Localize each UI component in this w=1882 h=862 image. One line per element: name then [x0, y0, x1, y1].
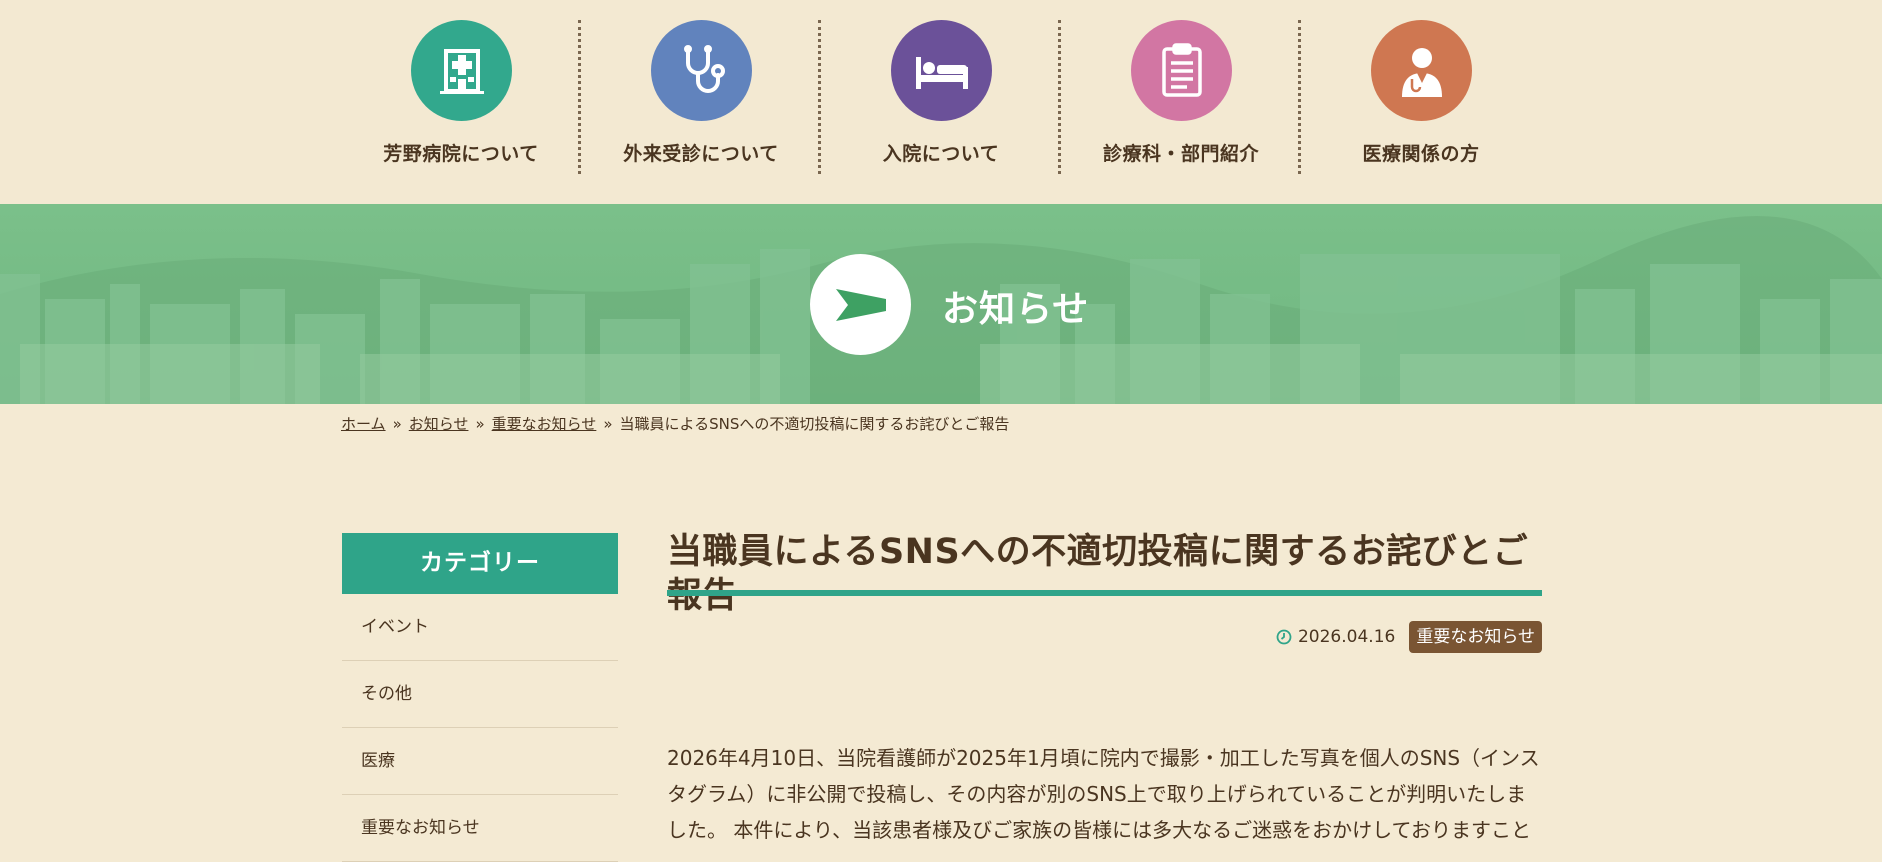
sidebar-item-other[interactable]: その他: [342, 661, 618, 728]
breadcrumb-category-link[interactable]: 重要なお知らせ: [492, 415, 597, 433]
hospital-building-icon: [411, 20, 512, 121]
nav-item-label: 芳野病院について: [383, 143, 539, 165]
stethoscope-icon: [651, 20, 752, 121]
article-body: 2026年4月10日、当院看護師が2025年1月頃に院内で撮影・加工した写真を個…: [667, 746, 1540, 842]
nav-item-departments[interactable]: 診療科・部門紹介: [1061, 0, 1301, 175]
clock-icon: [1276, 629, 1292, 645]
megaphone-flag-icon: [810, 254, 911, 355]
page-hero-banner: お知らせ: [0, 204, 1882, 404]
clipboard-icon: [1131, 20, 1232, 121]
article-title: 当職員によるSNSへの不適切投稿に関するお詫びとご報告: [667, 532, 1529, 616]
category-sidebar: カテゴリー イベント その他 医療 重要なお知らせ: [342, 533, 618, 862]
breadcrumb-separator: »: [475, 415, 485, 433]
sidebar-item-medical[interactable]: 医療: [342, 728, 618, 795]
breadcrumb-separator: »: [392, 415, 402, 433]
nav-item-about-hospital[interactable]: 芳野病院について: [341, 0, 581, 175]
nav-item-label: 入院について: [882, 143, 1000, 165]
nav-item-inpatient[interactable]: 入院について: [821, 0, 1061, 175]
city-skyline-background: [0, 216, 1882, 404]
nav-item-label: 外来受診について: [623, 143, 779, 165]
breadcrumb-news-link[interactable]: お知らせ: [409, 415, 469, 433]
sidebar-item-important[interactable]: 重要なお知らせ: [342, 795, 618, 862]
article: 当職員によるSNSへの不適切投稿に関するお詫びとご報告 2026.04.16 重…: [667, 530, 1542, 842]
page-title: お知らせ: [942, 289, 1090, 330]
category-badge[interactable]: 重要なお知らせ: [1409, 621, 1542, 653]
breadcrumb-home-link[interactable]: ホーム: [341, 415, 386, 433]
nav-item-medical-professionals[interactable]: 医療関係の方: [1301, 0, 1541, 175]
bed-icon: [891, 20, 992, 121]
sidebar-heading: カテゴリー: [342, 533, 618, 594]
doctor-icon: [1371, 20, 1472, 121]
breadcrumb-separator: »: [603, 415, 613, 433]
breadcrumb: ホーム » お知らせ » 重要なお知らせ » 当職員によるSNSへの不適切投稿に関するお詫び…: [341, 413, 1009, 434]
article-meta: 2026.04.16 重要なお知らせ: [1276, 621, 1542, 653]
global-nav-row: 芳野病院について 外来受診について 入院について 診療科・部門紹介 医療関係の方: [341, 0, 1541, 204]
breadcrumb-current: 当職員によるSNSへの不適切投稿に関するお詫びとご報告: [619, 415, 1010, 433]
title-underline: [667, 590, 1542, 596]
nav-item-label: 医療関係の方: [1362, 143, 1480, 165]
nav-item-outpatient[interactable]: 外来受診について: [581, 0, 821, 175]
global-nav: 芳野病院について 外来受診について 入院について 診療科・部門紹介 医療関係の方: [0, 0, 1882, 204]
sidebar-item-event[interactable]: イベント: [342, 594, 618, 661]
article-date: 2026.04.16: [1297, 627, 1396, 647]
nav-item-label: 診療科・部門紹介: [1102, 143, 1259, 165]
